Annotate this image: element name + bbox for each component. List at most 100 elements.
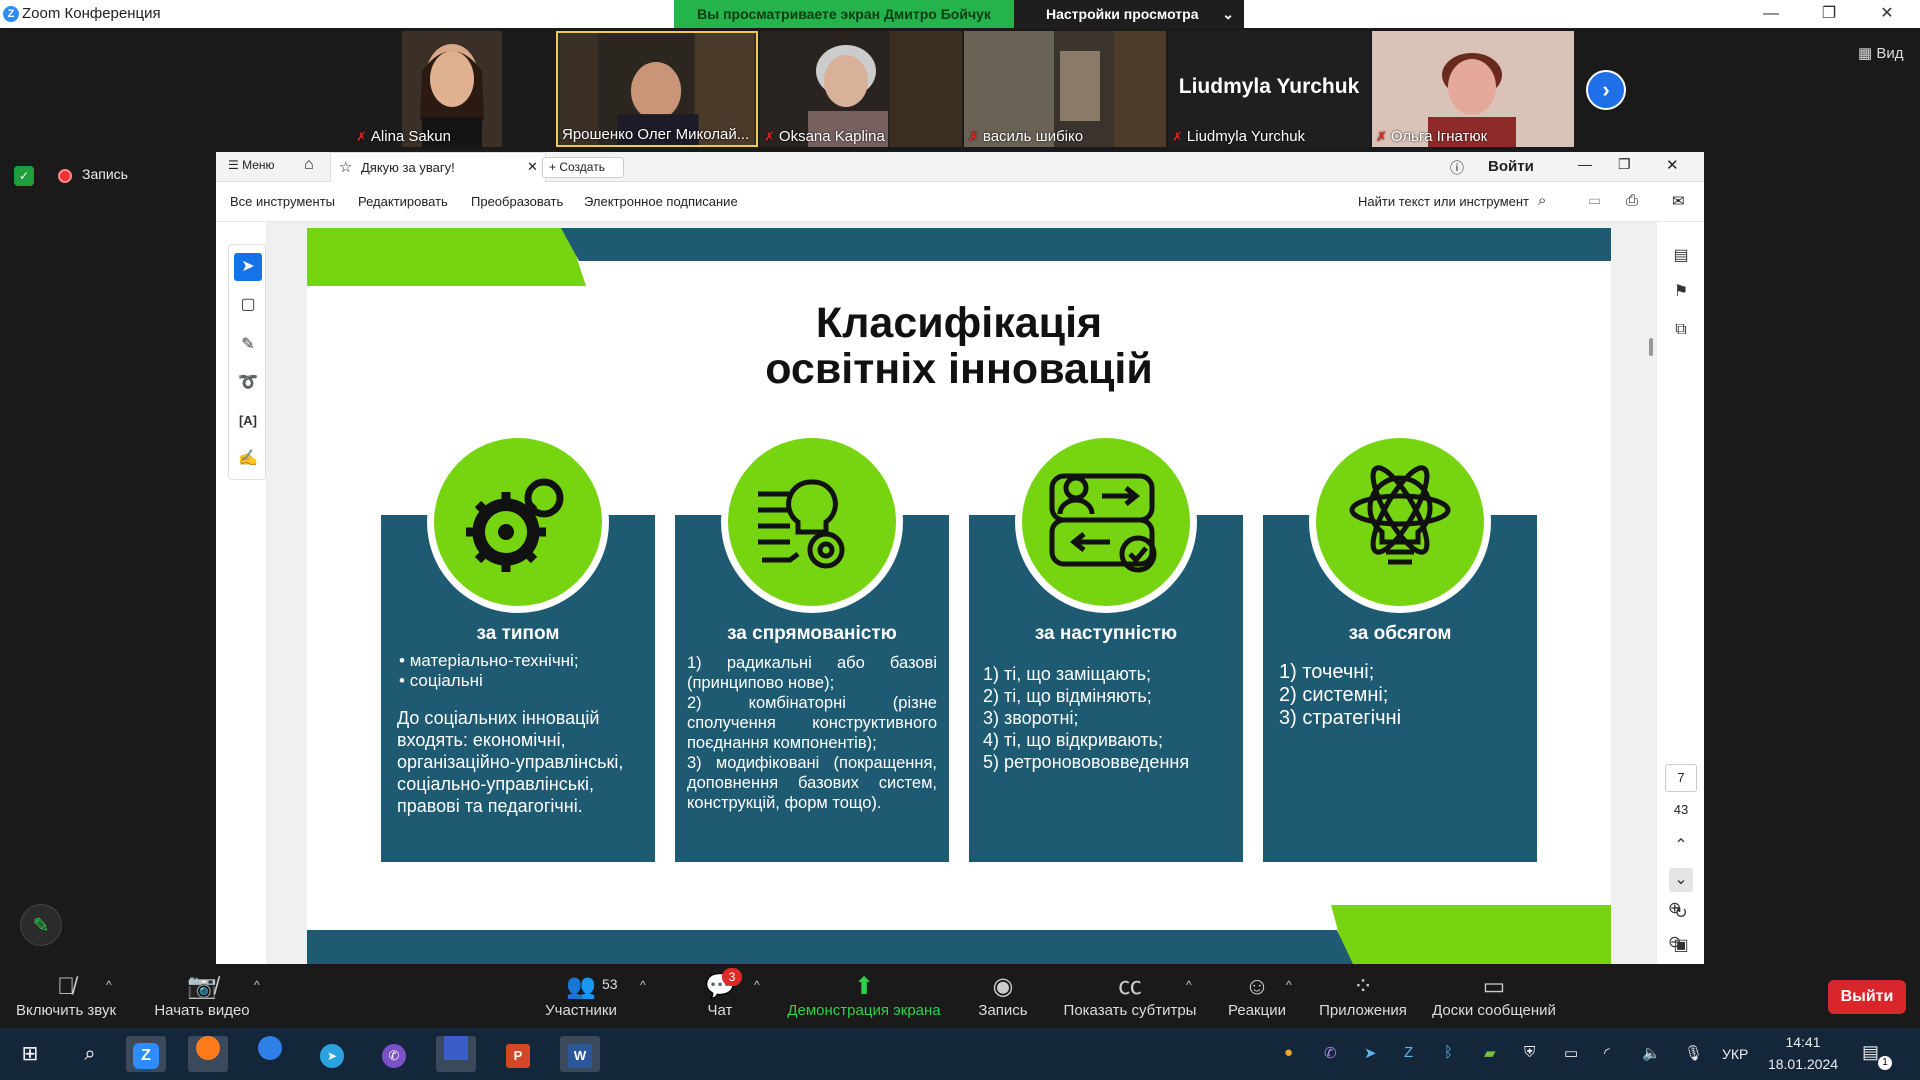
battery-icon[interactable]: ▭ xyxy=(1564,1044,1578,1062)
start-video-button[interactable]: 📷̸ Начать видео xyxy=(150,972,254,1019)
nvidia-icon[interactable]: ▰ xyxy=(1484,1044,1496,1062)
mic-muted-icon: ✗ xyxy=(764,129,775,144)
text-box-icon[interactable]: [A] xyxy=(234,407,262,435)
record-button[interactable]: ◉ Запись xyxy=(976,972,1030,1019)
apps-label: Приложения xyxy=(1319,1002,1407,1019)
whiteboards-button[interactable]: ▭ Доски сообщений xyxy=(1426,972,1562,1019)
tray-telegram-icon[interactable]: ➤ xyxy=(1364,1044,1377,1062)
search-icon[interactable]: ⌕ xyxy=(70,1036,110,1072)
chat-caret-icon[interactable]: ^ xyxy=(754,978,760,992)
sign-icon[interactable]: ✍ xyxy=(234,445,262,473)
reactions-button[interactable]: ☺ Реакции xyxy=(1220,972,1294,1019)
draw-freeform-icon[interactable]: ➰ xyxy=(234,369,262,397)
telegram-icon[interactable]: ➤ xyxy=(312,1036,352,1072)
zoom-taskbar-icon[interactable]: Z xyxy=(126,1036,166,1072)
scrollbar-thumb[interactable] xyxy=(1649,338,1653,356)
viber-icon[interactable]: ✆ xyxy=(374,1036,414,1072)
slide-title-line2: освітніх інновацій xyxy=(765,345,1153,393)
home-icon[interactable]: ⌂ xyxy=(304,156,314,174)
page-total: 43 xyxy=(1673,802,1689,817)
highlight-pen-icon[interactable]: ✎ xyxy=(234,331,262,359)
search-icon[interactable]: ⌕ xyxy=(1538,192,1546,209)
wifi-icon[interactable]: ◜ xyxy=(1604,1044,1610,1062)
participant-tile[interactable]: ✗ василь шибіко xyxy=(964,31,1166,147)
page-number-input[interactable]: 7 xyxy=(1665,764,1697,792)
notifications-icon[interactable]: ▤ xyxy=(1862,1042,1879,1063)
word-icon[interactable]: W xyxy=(560,1036,600,1072)
view-button[interactable]: ▦ Вид xyxy=(1858,44,1903,62)
powerpoint-icon[interactable]: P xyxy=(498,1036,538,1072)
next-page-arrow-icon[interactable]: › xyxy=(1586,70,1626,110)
video-options-caret-icon[interactable]: ^ xyxy=(254,978,260,992)
help-icon[interactable]: ⓘ xyxy=(1450,158,1464,178)
windows-start-icon[interactable]: ⊞ xyxy=(10,1036,50,1072)
share-screen-label: Демонстрация экрана xyxy=(787,1002,941,1019)
messenger-icon[interactable] xyxy=(250,1036,290,1072)
participant-tile[interactable]: ✗ Oksana Kaplina xyxy=(760,31,962,147)
mic-off-icon: 🎙̸ xyxy=(57,973,75,1000)
acrobat-restore-button[interactable]: ❐ xyxy=(1618,156,1631,173)
captions-caret-icon[interactable]: ^ xyxy=(1186,978,1192,992)
tray-app-icon[interactable]: ● xyxy=(1284,1044,1293,1061)
save-disk-app-icon[interactable] xyxy=(436,1036,476,1072)
audio-options-caret-icon[interactable]: ^ xyxy=(106,978,112,992)
participant-tile[interactable]: ✗ Ольга Ігнатюк xyxy=(1372,31,1574,147)
acrobat-close-button[interactable]: ✕ xyxy=(1666,156,1679,174)
slide-title: Класифікація освітніх інновацій xyxy=(307,300,1611,392)
zoom-out-icon[interactable]: ⊖ xyxy=(1668,932,1681,952)
chat-badge: 3 xyxy=(722,968,742,986)
page-up-chevron-icon[interactable]: ⌃ xyxy=(1669,834,1693,858)
notifications-count: 1 xyxy=(1878,1056,1892,1070)
captions-button[interactable]: ㏄ Показать субтитры xyxy=(1060,972,1200,1019)
restore-button[interactable]: ❐ xyxy=(1806,0,1852,28)
annotate-pencil-icon[interactable]: ✎ xyxy=(20,904,62,946)
clock-time[interactable]: 14:41 xyxy=(1768,1034,1838,1050)
tray-zoom-icon[interactable]: Z xyxy=(1404,1044,1413,1061)
microphone-icon[interactable]: 🎙 xyxy=(1684,1044,1703,1062)
select-cursor-icon[interactable]: ➤ xyxy=(234,253,262,281)
leave-button[interactable]: Выйти xyxy=(1828,980,1906,1014)
print-icon[interactable]: ⎙ xyxy=(1626,192,1638,209)
clock-date[interactable]: 18.01.2024 xyxy=(1760,1056,1846,1072)
apps-button[interactable]: ⁘ Приложения xyxy=(1314,972,1412,1019)
close-tab-icon[interactable]: ✕ xyxy=(527,159,538,175)
bulb-atom-icon xyxy=(1316,438,1484,606)
document-tab[interactable]: ☆ Дякую за увагу! ✕ xyxy=(330,152,546,182)
copy-pages-icon[interactable]: ⧉ xyxy=(1669,318,1693,342)
unmute-button[interactable]: 🎙̸ Включить звук xyxy=(12,972,120,1019)
close-button[interactable]: ✕ xyxy=(1864,0,1910,28)
all-tools-link[interactable]: Все инструменты xyxy=(230,194,335,209)
participants-caret-icon[interactable]: ^ xyxy=(640,978,646,992)
find-tool-input[interactable]: Найти текст или инструмент xyxy=(1358,194,1529,209)
reactions-caret-icon[interactable]: ^ xyxy=(1286,978,1292,992)
language-indicator[interactable]: УКР xyxy=(1722,1046,1748,1062)
shield-icon[interactable]: ✓ xyxy=(14,166,34,186)
menu-button[interactable]: ☰ Меню xyxy=(228,158,275,172)
edit-link[interactable]: Редактировать xyxy=(358,194,448,209)
comment-icon[interactable]: ▤ xyxy=(1669,244,1693,268)
firefox-icon[interactable] xyxy=(188,1036,228,1072)
convert-link[interactable]: Преобразовать xyxy=(471,194,563,209)
security-icon[interactable]: ⛨ xyxy=(1524,1044,1535,1061)
view-settings-button[interactable]: Настройки просмотра ⌄ xyxy=(1014,0,1244,28)
page-down-chevron-icon[interactable]: ⌄ xyxy=(1669,868,1693,892)
mail-icon[interactable]: ✉ xyxy=(1672,192,1685,210)
bluetooth-icon[interactable]: ᛒ xyxy=(1444,1044,1453,1061)
create-button[interactable]: + Создать xyxy=(542,157,624,178)
participant-tile-active-speaker[interactable]: Ярошенко Олег Миколай... xyxy=(556,31,758,147)
acrobat-minimize-button[interactable]: — xyxy=(1578,156,1592,172)
esign-link[interactable]: Электронное подписание xyxy=(584,194,738,209)
volume-icon[interactable]: 🔈 xyxy=(1642,1044,1661,1062)
save-icon[interactable]: ▭ xyxy=(1588,192,1601,209)
participant-tile[interactable]: Liudmyla Yurchuk ✗ Liudmyla Yurchuk xyxy=(1168,31,1370,147)
participant-tile[interactable]: ✗ Alina Sakun xyxy=(352,31,554,147)
zoom-toolbar: 🎙̸ Включить звук ^ 📷̸ Начать видео ^ 👥 Учас… xyxy=(0,964,1920,1028)
share-screen-button[interactable]: ⬆ Демонстрация экрана xyxy=(782,972,946,1019)
add-comment-icon[interactable]: ▢ xyxy=(234,291,262,319)
bookmark-icon[interactable]: ⚑ xyxy=(1669,280,1693,304)
minimize-button[interactable]: — xyxy=(1748,0,1794,28)
signin-button[interactable]: Войти xyxy=(1488,158,1534,175)
star-icon[interactable]: ☆ xyxy=(339,158,352,176)
tray-viber-icon[interactable]: ✆ xyxy=(1324,1044,1337,1062)
zoom-in-icon[interactable]: ⊕ xyxy=(1668,898,1681,918)
